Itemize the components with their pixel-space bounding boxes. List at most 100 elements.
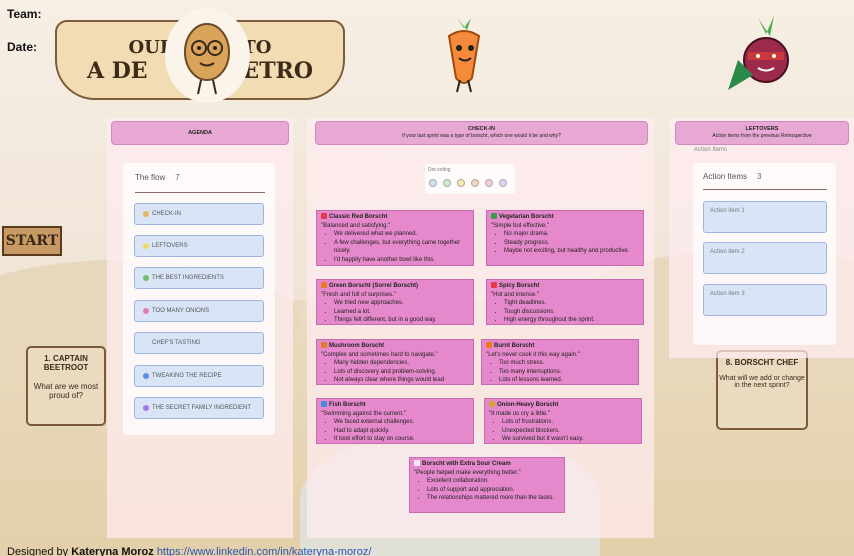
card-bullet: We survived but it wasn't easy.: [502, 435, 637, 443]
card-bullet: I'd happily have another bowl like this.: [334, 256, 469, 265]
card-bullet: Lots of frustrations.: [502, 418, 637, 427]
card-title: Borscht with Extra Sour Cream: [422, 461, 511, 467]
flow-item-icon: [143, 211, 149, 217]
borscht-card-spicy[interactable]: Spicy Borscht "Hot and intense." Tight d…: [486, 279, 644, 325]
flow-item-label: TWEAKING THE RECIPE: [152, 373, 222, 379]
agenda-header: AGENDA: [111, 121, 289, 145]
flow-item-icon: [143, 405, 149, 411]
dot-voting-widget: Dot voting: [425, 164, 515, 194]
flow-item-label: CHECK-IN: [152, 211, 182, 217]
card-bullet: Many hidden dependencies.: [334, 359, 469, 368]
card-bullet: Had to adapt quickly.: [334, 427, 469, 436]
action-item-2[interactable]: Action item 2: [703, 242, 827, 274]
flow-item-check-in[interactable]: CHECK-IN: [134, 203, 264, 225]
card-title: Vegetarian Borscht: [499, 214, 554, 220]
leftovers-header-subtitle: Action items from the previous Retrospec…: [712, 133, 812, 139]
card-bullet: Lots of lessons learned.: [499, 376, 634, 384]
flow-divider: [135, 192, 265, 193]
card-bullet: Unexpected blockers.: [502, 427, 637, 436]
sign-title: 1. CAPTAIN BEETROOT: [43, 354, 89, 372]
card-bullet: Too much stress.: [499, 359, 634, 368]
flow-item-icon: [143, 275, 149, 281]
flow-item-label: TOO MANY ONIONS: [152, 308, 210, 314]
card-quote: "Complex and sometimes hard to navigate.…: [321, 351, 438, 358]
team-label: Team:: [7, 7, 42, 21]
card-quote: "It made us cry a little.": [489, 410, 550, 417]
vote-dot-yellow[interactable]: [457, 179, 465, 187]
onion-icon: [489, 401, 495, 407]
card-quote: "Let's never cook it this way again.": [486, 351, 580, 358]
footer-link[interactable]: https://www.linkedin.com/in/kateryna-mor…: [157, 546, 372, 556]
card-bullet: A few challenges, but everything came to…: [334, 239, 469, 256]
leftovers-header: LEFTOVERS Action items from the previous…: [675, 121, 849, 145]
vote-dot-orange[interactable]: [471, 179, 479, 187]
flow-item-too-many-onions[interactable]: TOO MANY ONIONS: [134, 300, 264, 322]
borscht-card-green[interactable]: Green Borscht (Sorrel Borscht) "Fresh an…: [316, 279, 474, 325]
flow-title: The flow 7: [135, 173, 180, 182]
flow-item-leftovers[interactable]: LEFTOVERS: [134, 235, 264, 257]
card-bullet: No major drama.: [504, 230, 639, 239]
action-items-title-text: Action Items: [703, 172, 748, 181]
flow-item-secret-family-ingredient[interactable]: THE SECRET FAMILY INGREDIENT: [134, 397, 264, 419]
flow-item-icon: [143, 373, 149, 379]
card-bullet: The relationships mattered more than the…: [427, 494, 560, 503]
card-bullet: Not always clear where things would lead: [334, 376, 469, 384]
checkin-header-title: CHECK-IN: [468, 126, 495, 132]
borscht-card-burnt[interactable]: Burnt Borscht "Let's never cook it this …: [481, 339, 639, 385]
sign-question: What will we add or change in the next s…: [719, 375, 805, 389]
card-title: Mushroom Borscht: [329, 343, 385, 349]
card-bullet: We tried new approaches.: [334, 299, 469, 308]
flow-item-icon: [143, 340, 149, 346]
carrot-character-icon: [417, 8, 512, 96]
flow-item-tweaking-recipe[interactable]: TWEAKING THE RECIPE: [134, 365, 264, 387]
card-title: Fish Borscht: [329, 402, 366, 408]
leftovers-header-title: LEFTOVERS: [745, 126, 779, 132]
card-bullet: Maybe not exciting, but healthy and prod…: [504, 247, 639, 256]
flow-item-label: THE SECRET FAMILY INGREDIENT: [152, 405, 252, 411]
action-item-1[interactable]: Action item 1: [703, 201, 827, 233]
captain-beetroot-sign: 1. CAPTAIN BEETROOT What are we most pro…: [26, 346, 106, 426]
flow-count: 7: [175, 173, 180, 182]
borscht-card-fish[interactable]: Fish Borscht "Swimming against the curre…: [316, 398, 474, 444]
card-quote: "Fresh and full of surprises.": [321, 291, 396, 298]
chili-pepper-icon: [491, 282, 497, 288]
fish-icon: [321, 401, 327, 407]
flow-item-best-ingredients[interactable]: THE BEST INGREDIENTS: [134, 267, 264, 289]
card-bullet: Lots of discovery and problem-solving.: [334, 368, 469, 377]
borscht-card-mushroom[interactable]: Mushroom Borscht "Complex and sometimes …: [316, 339, 474, 385]
action-items-top-label: Action Items: [694, 147, 728, 153]
flow-item-chefs-tasting[interactable]: CHEF'S TASTING: [134, 332, 264, 354]
card-bullet: Lots of support and appreciation.: [427, 486, 560, 495]
borscht-card-onion-heavy[interactable]: Onion-Heavy Borscht "It made us cry a li…: [484, 398, 642, 444]
borscht-chef-sign: 8. BORSCHT CHEF What will we add or chan…: [716, 350, 808, 430]
vote-dot-blue[interactable]: [429, 179, 437, 187]
card-bullet: Tight deadlines.: [504, 299, 639, 308]
vote-dot-green[interactable]: [443, 179, 451, 187]
card-title: Green Borscht (Sorrel Borscht): [329, 283, 419, 289]
vote-dot-purple[interactable]: [499, 179, 507, 187]
action-items-count: 3: [757, 172, 762, 181]
card-title: Burnt Borscht: [494, 343, 535, 349]
flow-title-text: The flow: [135, 173, 166, 182]
flow-item-label: LEFTOVERS: [152, 243, 188, 249]
leaf-icon: [491, 213, 497, 219]
flow-item-icon: [143, 308, 149, 314]
sign-question: What are we most proud of?: [33, 382, 99, 400]
start-sign: START: [2, 226, 62, 256]
borscht-card-vegetarian[interactable]: Vegetarian Borscht "Simple but effective…: [486, 210, 644, 266]
footer-author: Kateryna Moroz: [71, 546, 154, 556]
card-title: Spicy Borscht: [499, 283, 540, 289]
card-bullet: Excellent collaboration.: [427, 477, 560, 486]
vote-dot-pink[interactable]: [485, 179, 493, 187]
borscht-card-extra-sour-cream[interactable]: Borscht with Extra Sour Cream "People he…: [409, 457, 565, 513]
borscht-card-classic-red[interactable]: Classic Red Borscht "Balanced and satisf…: [316, 210, 474, 266]
card-quote: "Balanced and satisfying.": [321, 222, 391, 229]
agenda-header-title: AGENDA: [188, 130, 212, 136]
date-label: Date:: [7, 40, 38, 54]
card-title: Classic Red Borscht: [329, 214, 388, 220]
potato-character-icon: [165, 8, 250, 103]
sour-cream-icon: [414, 460, 420, 466]
fire-icon: [486, 342, 492, 348]
action-item-3[interactable]: Action item 3: [703, 284, 827, 316]
card-bullet: Too many interruptions.: [499, 368, 634, 377]
